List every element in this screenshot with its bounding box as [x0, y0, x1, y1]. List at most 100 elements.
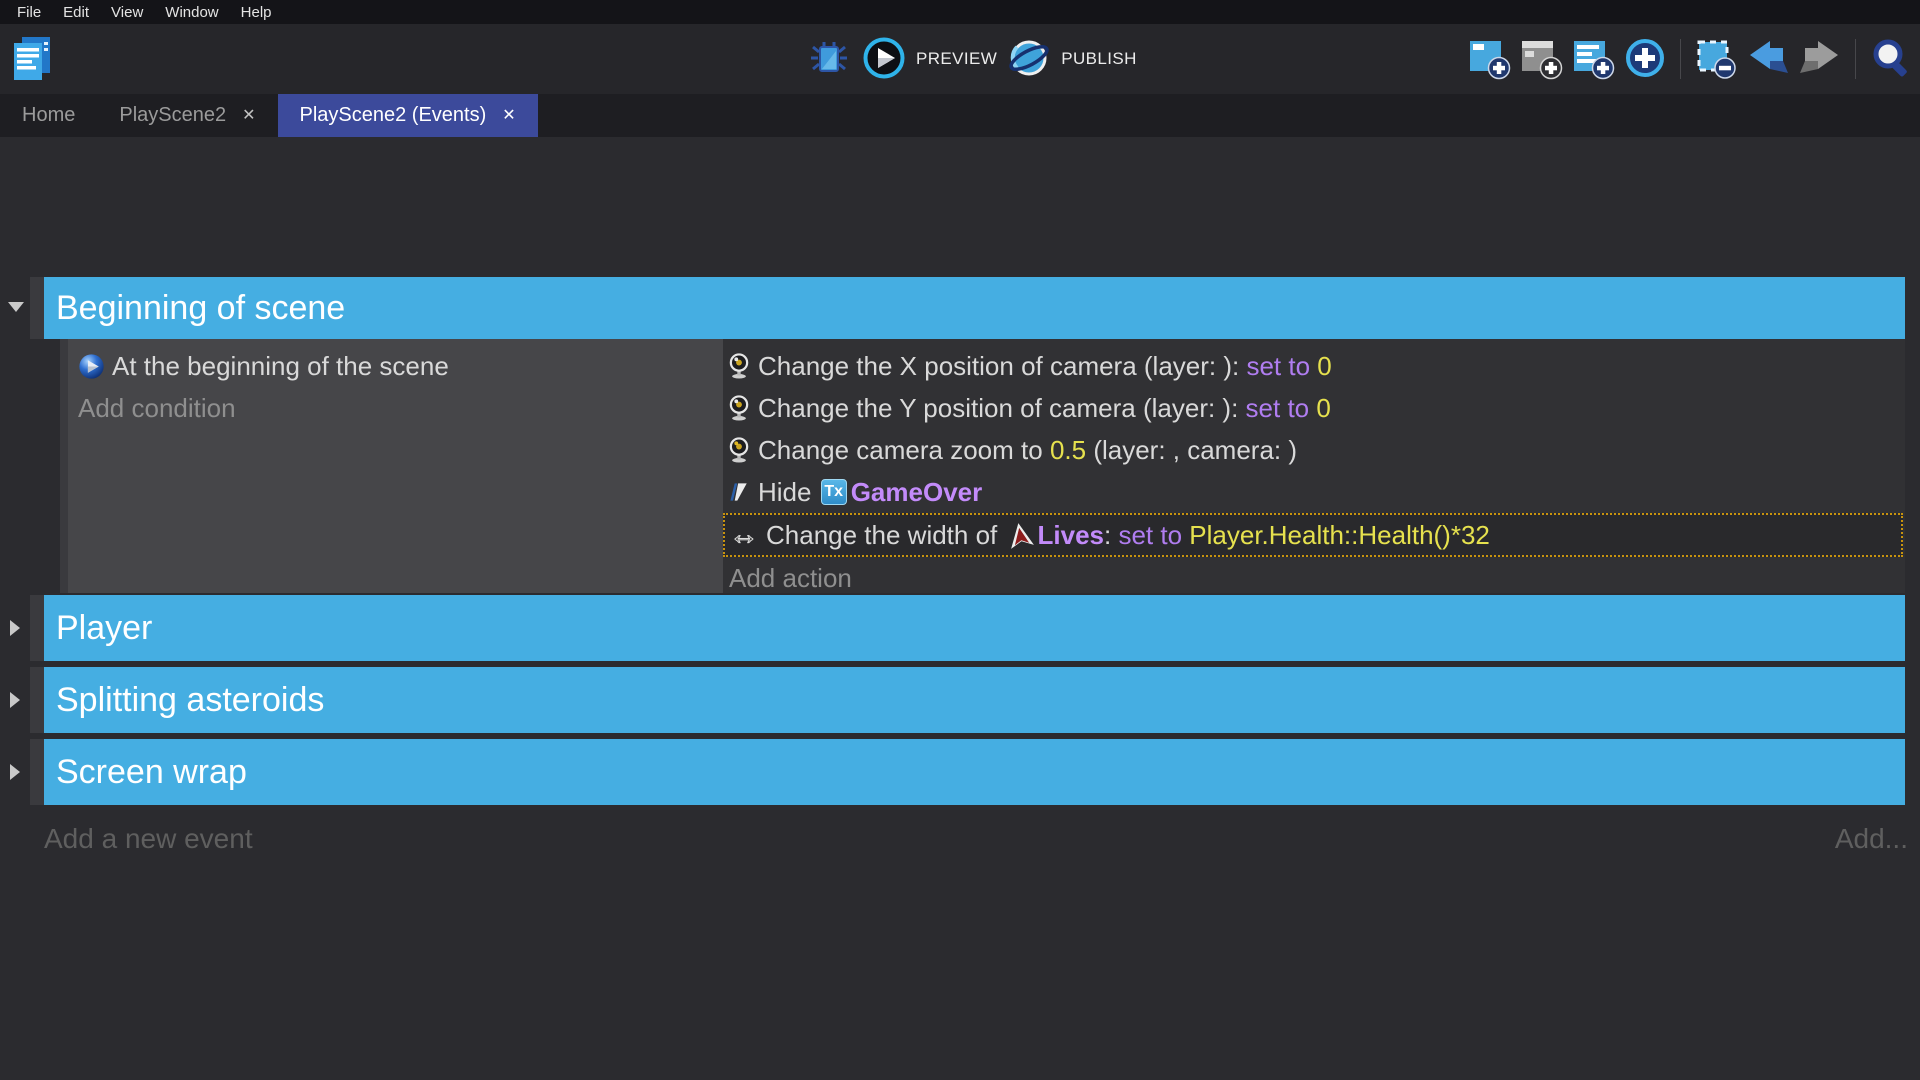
event-group-player[interactable]: Player — [44, 595, 1905, 661]
debugger-bug-icon — [810, 39, 848, 80]
preview-button[interactable] — [861, 36, 907, 82]
add-new-event-button[interactable]: Add a new event — [44, 823, 253, 855]
add-action-button[interactable]: Add action — [723, 557, 1905, 599]
menu-item-help[interactable]: Help — [230, 4, 283, 21]
add-circle-plus-button[interactable] — [1622, 36, 1668, 82]
group-title: Screen wrap — [56, 753, 247, 792]
plain-text — [1309, 393, 1316, 424]
event-drag-handle[interactable] — [30, 667, 44, 733]
expand-arrow-icon[interactable] — [10, 764, 20, 780]
group-title: Beginning of scene — [56, 289, 345, 328]
event-drag-handle[interactable] — [30, 739, 44, 805]
actions-panel: Change the X position of camera (layer: … — [723, 339, 1905, 593]
hide-icon — [727, 479, 751, 505]
event-group-screen-wrap[interactable]: Screen wrap — [44, 739, 1905, 805]
group-title: Splitting asteroids — [56, 681, 324, 720]
text-object-icon: Tx — [821, 479, 847, 505]
preview-label[interactable]: PREVIEW — [916, 49, 997, 69]
menu-item-edit[interactable]: Edit — [52, 4, 100, 21]
object-name-text: Lives — [1038, 520, 1105, 551]
toolbar-right-icons — [1466, 36, 1914, 82]
tab-home[interactable]: Home — [0, 94, 97, 137]
plain-text: Change the Y position of camera (layer: … — [758, 393, 1246, 424]
action-row[interactable]: Change the X position of camera (layer: … — [723, 345, 1905, 387]
camera-icon — [727, 353, 751, 379]
collapse-arrow-icon[interactable] — [8, 302, 24, 312]
keyword-text: set to — [1246, 393, 1310, 424]
toolbar-separator — [1680, 39, 1681, 79]
add-comment-button[interactable] — [1570, 36, 1616, 82]
tab-label: Home — [22, 104, 75, 127]
value-text: 0 — [1317, 351, 1331, 382]
expand-arrow-icon[interactable] — [10, 692, 20, 708]
add-subevent-icon — [1519, 36, 1563, 83]
tab-label: PlayScene2 — [119, 104, 226, 127]
keyword-text: set to — [1118, 520, 1182, 551]
tab-playscene2[interactable]: PlayScene2 ✕ — [97, 94, 277, 137]
tab-close-icon[interactable]: ✕ — [502, 108, 515, 124]
add-subevent-button[interactable] — [1518, 36, 1564, 82]
event-group-splitting-asteroids[interactable]: Splitting asteroids — [44, 667, 1905, 733]
camera-icon — [727, 395, 751, 421]
add-event-button[interactable] — [1466, 36, 1512, 82]
preview-publish-group: PREVIEW PUBLISH — [806, 36, 1137, 82]
event-group-beginning-of-scene[interactable]: Beginning of scene — [44, 277, 1905, 339]
redo-button[interactable] — [1797, 36, 1843, 82]
plain-text: : — [1104, 520, 1118, 551]
menu-item-view[interactable]: View — [100, 4, 154, 21]
value-text: Player.Health::Health()*32 — [1189, 520, 1490, 551]
camera-zoom-icon — [727, 437, 751, 463]
extract-events-icon — [1694, 36, 1738, 83]
search-icon — [1870, 36, 1912, 83]
add-circle-plus-icon — [1623, 36, 1667, 83]
toolbar: PREVIEW PUBLISH — [0, 24, 1920, 94]
add-button[interactable]: Add... — [1835, 823, 1908, 855]
plain-text: (layer: , camera: ) — [1086, 435, 1297, 466]
plain-text: Change the X position of camera (layer: … — [758, 351, 1246, 382]
plain-text — [1310, 351, 1317, 382]
add-comment-icon — [1571, 36, 1615, 83]
gdevelop-logo-icon — [10, 35, 52, 88]
add-condition-button[interactable]: Add condition — [68, 387, 723, 429]
conditions-panel: At the beginning of the scene Add conditi… — [68, 339, 723, 593]
expand-arrow-icon[interactable] — [10, 620, 20, 636]
extract-events-button[interactable] — [1693, 36, 1739, 82]
events-sheet: Beginning of scene At the beginning of t… — [0, 137, 1920, 1080]
plain-text: Hide — [758, 477, 819, 508]
plain-text: Change the width of — [766, 520, 1005, 551]
event-drag-handle[interactable] — [30, 595, 44, 661]
search-button[interactable] — [1868, 36, 1914, 82]
action-row[interactable]: Hide TxGameOver — [723, 471, 1905, 513]
redo-icon — [1798, 36, 1842, 83]
undo-icon — [1746, 36, 1790, 83]
plain-text: Change camera zoom to — [758, 435, 1050, 466]
tab-label: PlayScene2 (Events) — [300, 104, 487, 127]
object-name-text: GameOver — [851, 477, 983, 508]
preview-play-icon — [863, 37, 905, 82]
event-indent-strip — [60, 339, 68, 593]
plain-text: At the beginning of the scene — [112, 351, 449, 382]
tab-close-icon[interactable]: ✕ — [242, 108, 255, 124]
menu-item-file[interactable]: File — [6, 4, 52, 21]
publish-label[interactable]: PUBLISH — [1061, 49, 1137, 69]
tab-bar: Home PlayScene2 ✕ PlayScene2 (Events) ✕ — [0, 94, 1920, 137]
toolbar-separator — [1855, 39, 1856, 79]
value-text: 0 — [1316, 393, 1330, 424]
undo-button[interactable] — [1745, 36, 1791, 82]
action-row[interactable]: Change the Y position of camera (layer: … — [723, 387, 1905, 429]
group-title: Player — [56, 609, 152, 648]
resize-width-icon: ↔ — [729, 520, 759, 550]
action-row[interactable]: Change camera zoom to 0.5 (layer: , came… — [723, 429, 1905, 471]
debugger-button[interactable] — [806, 36, 852, 82]
scene-begin-icon — [78, 353, 105, 380]
tab-playscene2-events[interactable]: PlayScene2 (Events) ✕ — [278, 94, 538, 137]
ship-object-icon — [1007, 522, 1034, 549]
menu-bar: FileEditViewWindowHelp — [0, 0, 1920, 24]
publish-button[interactable] — [1006, 36, 1052, 82]
value-text: 0.5 — [1050, 435, 1086, 466]
action-row[interactable]: ↔Change the width of Lives: set to Playe… — [723, 513, 1903, 557]
keyword-text: set to — [1246, 351, 1310, 382]
condition-row[interactable]: At the beginning of the scene — [68, 345, 723, 387]
event-drag-handle[interactable] — [30, 277, 44, 339]
menu-item-window[interactable]: Window — [154, 4, 229, 21]
